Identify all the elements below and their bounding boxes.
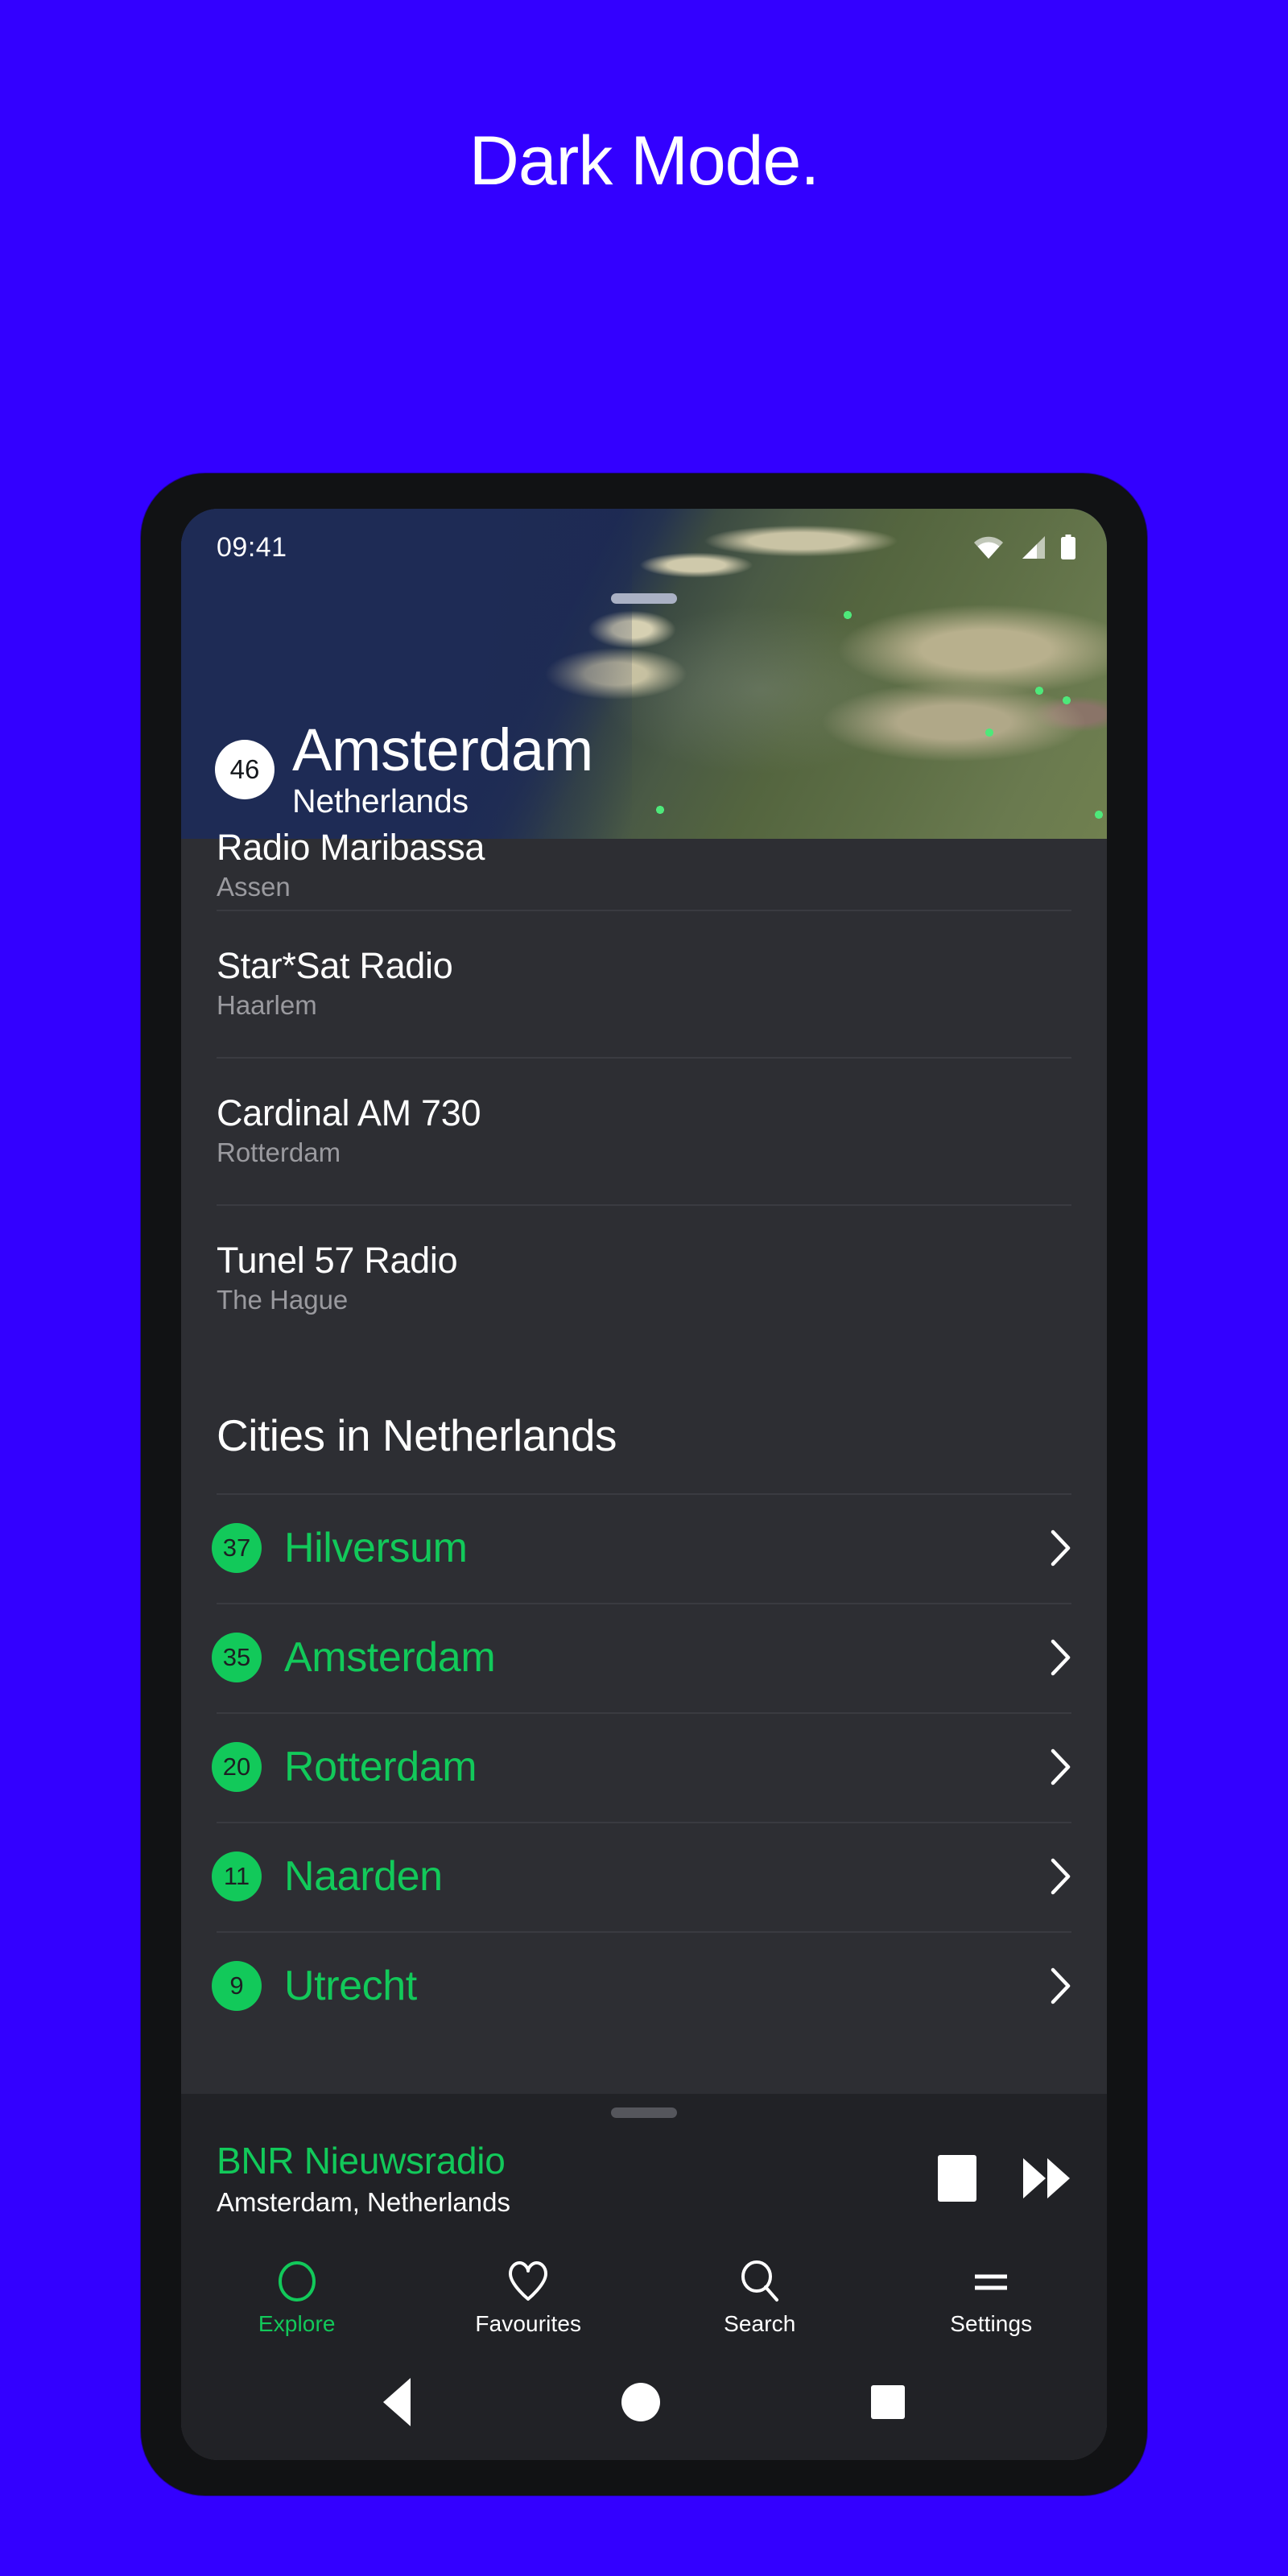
station-name: Tunel 57 Radio <box>217 1240 458 1282</box>
cellular-signal-icon <box>1022 536 1045 559</box>
hero-country-name: Netherlands <box>292 782 469 819</box>
row-divider <box>217 910 1071 911</box>
tab-label: Search <box>724 2310 796 2336</box>
city-station-count-badge: 11 <box>212 1852 262 1901</box>
android-navigation-bar <box>181 2344 1107 2460</box>
city-name: Amsterdam <box>284 1634 496 1681</box>
row-divider <box>217 1204 1071 1206</box>
station-city: The Hague <box>217 1285 349 1315</box>
menu-icon <box>970 2260 1012 2302</box>
row-divider <box>217 1822 1071 1823</box>
tab-label: Favourites <box>475 2310 582 2336</box>
tab-favourites[interactable]: Favourites <box>413 2252 645 2344</box>
chevron-right-icon <box>1051 1530 1071 1567</box>
bottom-tab-bar: Explore Favourites Search Settings <box>181 2252 1107 2344</box>
home-circle-icon[interactable] <box>621 2383 660 2421</box>
row-divider <box>217 1712 1071 1714</box>
city-station-count-badge: 20 <box>212 1742 262 1792</box>
back-triangle-icon[interactable] <box>383 2378 411 2426</box>
status-bar: 09:41 <box>181 509 1107 586</box>
row-divider <box>217 1493 1071 1495</box>
circle-icon <box>278 2260 316 2302</box>
chevron-right-icon <box>1051 1748 1071 1785</box>
hero-station-count-badge: 46 <box>215 739 275 799</box>
phone-device-frame: 09:41 46 Amsterdam Netherlands Radio Mar… <box>141 473 1147 2496</box>
player-controls <box>938 2145 1071 2202</box>
chevron-right-icon <box>1051 1639 1071 1676</box>
tab-settings[interactable]: Settings <box>876 2252 1108 2344</box>
city-station-count-badge: 9 <box>212 1961 262 2011</box>
station-row[interactable]: Radio Maribassa Assen <box>181 828 1107 910</box>
tab-explore[interactable]: Explore <box>181 2252 413 2344</box>
city-row-utrecht[interactable]: 9 Utrecht <box>181 1931 1107 2041</box>
magnifier-icon <box>739 2260 781 2302</box>
city-row-hilversum[interactable]: 37 Hilversum <box>181 1493 1107 1603</box>
station-city: Haarlem <box>217 990 317 1021</box>
station-row[interactable]: Cardinal AM 730 Rotterdam <box>181 1057 1107 1204</box>
tab-label: Explore <box>258 2310 336 2336</box>
row-divider <box>217 1931 1071 1933</box>
marketing-headline: Dark Mode. <box>0 0 1288 322</box>
heart-icon <box>507 2260 549 2302</box>
stop-icon[interactable] <box>938 2154 976 2202</box>
row-divider <box>217 1057 1071 1059</box>
city-row-rotterdam[interactable]: 20 Rotterdam <box>181 1712 1107 1822</box>
sheet-drag-handle[interactable] <box>611 593 677 604</box>
station-name: Cardinal AM 730 <box>217 1092 481 1134</box>
city-row-naarden[interactable]: 11 Naarden <box>181 1822 1107 1931</box>
station-row[interactable]: Tunel 57 Radio The Hague <box>181 1204 1107 1352</box>
city-station-count-badge: 37 <box>212 1523 262 1573</box>
hero-header: 09:41 46 Amsterdam Netherlands <box>181 509 1107 839</box>
now-playing-station: BNR Nieuwsradio <box>217 2140 506 2182</box>
station-row[interactable]: Star*Sat Radio Haarlem <box>181 910 1107 1057</box>
city-name: Naarden <box>284 1853 443 1900</box>
station-name: Star*Sat Radio <box>217 945 453 987</box>
recents-square-icon[interactable] <box>871 2385 905 2419</box>
fast-forward-icon[interactable] <box>1022 2157 1071 2200</box>
city-row-amsterdam[interactable]: 35 Amsterdam <box>181 1603 1107 1712</box>
now-playing-location: Amsterdam, Netherlands <box>217 2186 510 2217</box>
player-drag-handle[interactable] <box>611 2107 677 2118</box>
city-station-count-badge: 35 <box>212 1633 262 1682</box>
status-bar-clock: 09:41 <box>217 531 287 563</box>
station-city: Rotterdam <box>217 1137 341 1168</box>
now-playing-meta: BNR Nieuwsradio Amsterdam, Netherlands <box>217 2129 938 2217</box>
status-bar-icons <box>973 535 1076 560</box>
chevron-right-icon <box>1051 1858 1071 1895</box>
battery-icon <box>1061 535 1075 559</box>
station-city: Assen <box>217 872 291 902</box>
now-playing-bar[interactable]: BNR Nieuwsradio Amsterdam, Netherlands <box>181 2094 1107 2252</box>
phone-screen: 09:41 46 Amsterdam Netherlands Radio Mar… <box>181 509 1107 2460</box>
hero-title-texts: Amsterdam Netherlands <box>292 720 593 818</box>
wifi-icon <box>974 536 1003 559</box>
city-name: Utrecht <box>284 1963 417 2009</box>
station-name: Radio Maribassa <box>217 827 485 869</box>
hero-city-name: Amsterdam <box>292 716 593 783</box>
tab-label: Settings <box>950 2310 1033 2336</box>
row-divider <box>217 1603 1071 1604</box>
hero-title-block: 46 Amsterdam Netherlands <box>215 720 593 818</box>
city-name: Hilversum <box>284 1525 468 1571</box>
section-heading-cities: Cities in Netherlands <box>217 1410 617 1460</box>
tab-search[interactable]: Search <box>644 2252 876 2344</box>
city-name: Rotterdam <box>284 1744 477 1790</box>
headline-text: Dark Mode. <box>469 122 819 200</box>
map-cloud-overlay <box>600 605 922 774</box>
chevron-right-icon <box>1051 1967 1071 2004</box>
